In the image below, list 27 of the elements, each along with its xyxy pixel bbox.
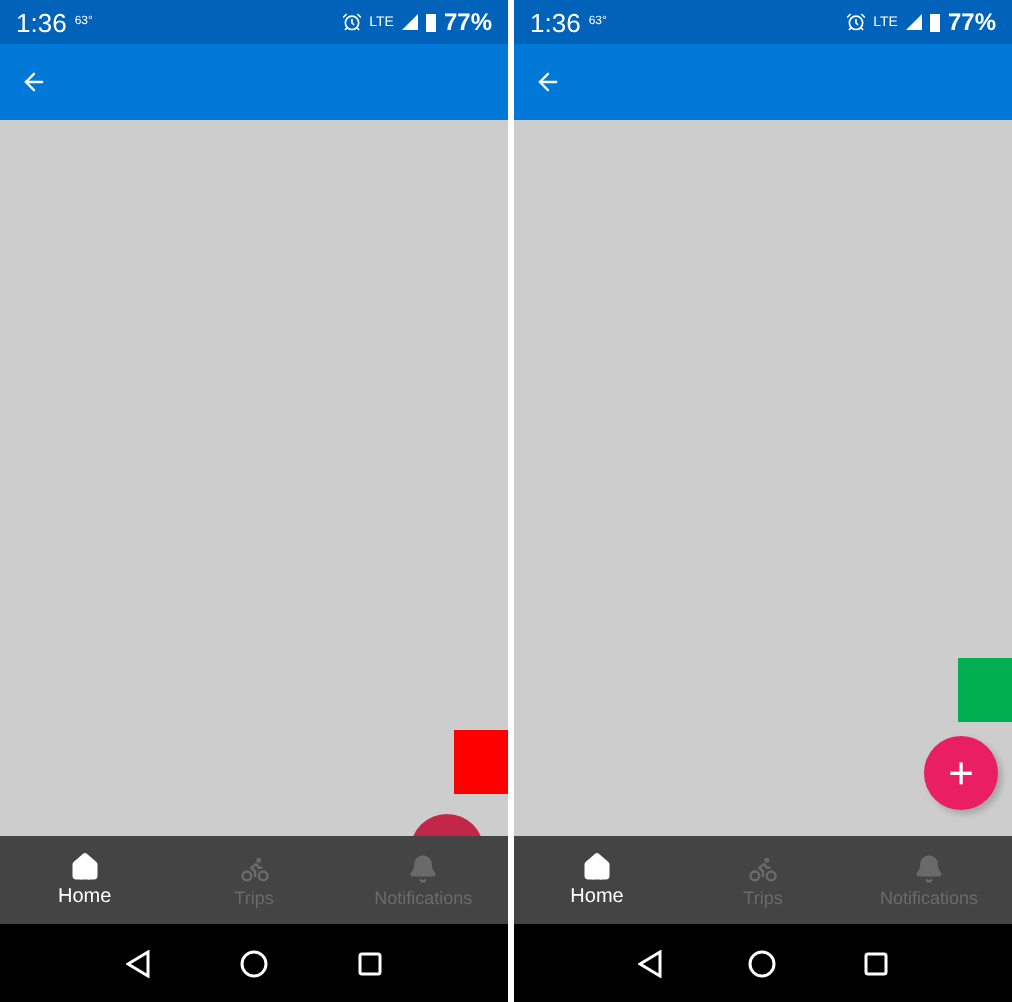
- status-time: 1:36: [530, 7, 581, 37]
- nav-tab[interactable]: Home: [0, 836, 170, 924]
- bike-icon: [239, 853, 269, 883]
- battery-level: 77%: [947, 8, 996, 36]
- recents-square-icon[interactable]: [358, 951, 383, 975]
- bell-icon: [408, 853, 439, 883]
- home-circle-icon[interactable]: [239, 949, 268, 977]
- back-triangle-icon[interactable]: [637, 949, 662, 977]
- back-icon[interactable]: [534, 68, 562, 96]
- home-circle-icon[interactable]: [748, 949, 777, 977]
- signal-icon: [401, 14, 418, 30]
- floating-action-button[interactable]: +: [924, 736, 998, 810]
- home-icon: [69, 852, 100, 882]
- signal-icon: [905, 14, 922, 30]
- nav-tab[interactable]: Home: [514, 836, 680, 924]
- back-triangle-icon[interactable]: [125, 949, 150, 977]
- battery-icon: [425, 12, 436, 32]
- back-icon[interactable]: [20, 68, 48, 96]
- bell-icon: [914, 853, 944, 883]
- alarm-icon: [341, 12, 362, 32]
- alarm-icon: [845, 12, 866, 32]
- home-icon: [582, 852, 612, 882]
- status-time: 1:36: [16, 7, 67, 37]
- bike-icon: [748, 853, 778, 883]
- recents-square-icon[interactable]: [864, 951, 889, 975]
- battery-level: 77%: [443, 8, 492, 36]
- battery-icon: [929, 12, 940, 32]
